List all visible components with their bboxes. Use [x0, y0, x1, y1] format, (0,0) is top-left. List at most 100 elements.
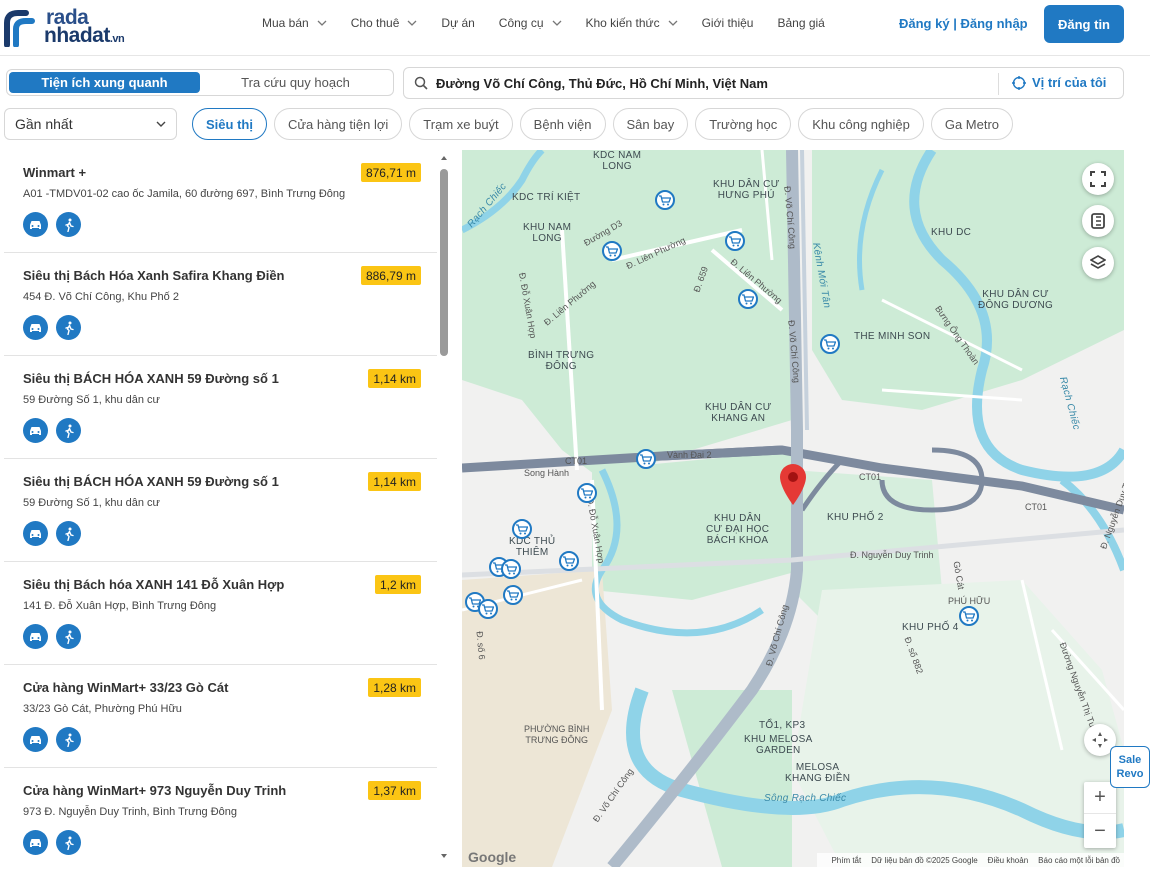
location-marker-icon[interactable]	[778, 462, 808, 506]
chip-cua-hang-tien-loi[interactable]: Cửa hàng tiện lợi	[273, 108, 403, 140]
nav-label: Bảng giá	[777, 16, 825, 30]
place-address: 141 Đ. Đỗ Xuân Hợp, Bình Trưng Đông	[23, 600, 217, 612]
scroll-down-arrow-icon[interactable]	[440, 852, 448, 860]
list-item[interactable]: Siêu thị Bách Hóa Xanh Safira Khang Điền…	[4, 253, 437, 356]
nav-du-an[interactable]: Dự án	[441, 16, 474, 30]
scroll-up-arrow-icon[interactable]	[440, 154, 448, 162]
keyboard-shortcuts-link[interactable]: Phím tắt	[831, 856, 861, 865]
address-search-input[interactable]	[436, 75, 996, 91]
map-pin-supermarket[interactable]	[602, 241, 622, 261]
car-directions-button[interactable]	[23, 830, 48, 855]
report-error-link[interactable]: Báo cáo một lỗi bản đồ	[1038, 856, 1120, 865]
map-pin-supermarket[interactable]	[559, 551, 579, 571]
chip-tram-xe-buyt[interactable]: Trạm xe buýt	[409, 108, 513, 140]
fullscreen-icon	[1090, 171, 1106, 187]
list-item[interactable]: Siêu thị Bách hóa XANH 141 Đỗ Xuân Hợp 1…	[4, 562, 437, 665]
nav-kho-kien-thuc[interactable]: Kho kiến thức	[586, 16, 678, 30]
list-item[interactable]: Cửa hàng WinMart+ 33/23 Gò Cát 1,28 km 3…	[4, 665, 437, 768]
place-name: Cửa hàng WinMart+ 973 Nguyễn Duy Trinh	[23, 783, 287, 798]
map-attribution: Phím tắt Dữ liệu bản đồ ©2025 Google Điề…	[817, 853, 1124, 867]
scroll-thumb[interactable]	[440, 169, 448, 356]
legend-button[interactable]	[1082, 205, 1114, 237]
walk-directions-button[interactable]	[56, 521, 81, 546]
list-item[interactable]: Siêu thị BÁCH HÓA XANH 59 Đường số 1 1,1…	[4, 459, 437, 562]
map-pin-supermarket[interactable]	[655, 190, 675, 210]
map-view[interactable]: KDC NAM LONG KDC TRÍ KIỆT KHU DÂN CƯ HƯNG …	[462, 150, 1124, 867]
chip-ga-metro[interactable]: Ga Metro	[930, 108, 1014, 140]
nav-gioi-thieu[interactable]: Giới thiệu	[702, 16, 754, 30]
sale-widget-line2: Revo	[1116, 768, 1144, 780]
nav-cong-cu[interactable]: Công cụ	[499, 16, 562, 30]
distance-badge: 1,37 km	[368, 781, 421, 800]
chevron-down-icon	[552, 20, 561, 26]
car-directions-button[interactable]	[23, 212, 48, 237]
map-pin-supermarket[interactable]	[738, 289, 758, 309]
fullscreen-button[interactable]	[1082, 163, 1114, 195]
map-pin-supermarket[interactable]	[512, 519, 532, 539]
car-directions-button[interactable]	[23, 521, 48, 546]
nav-mua-ban[interactable]: Mua bán	[262, 16, 327, 30]
walk-directions-button[interactable]	[56, 830, 81, 855]
map-pin-supermarket[interactable]	[501, 559, 521, 579]
car-directions-button[interactable]	[23, 315, 48, 340]
my-location-button[interactable]: Vị trí của tôi	[1012, 75, 1106, 90]
distance-badge: 1,28 km	[368, 678, 421, 697]
sort-select[interactable]: Gần nhất	[4, 108, 177, 140]
chip-khu-cong-nghiep[interactable]: Khu công nghiệp	[798, 108, 924, 140]
map-pin-supermarket[interactable]	[478, 599, 498, 619]
chip-truong-hoc[interactable]: Trường học	[695, 108, 792, 140]
map-layers-button[interactable]	[1082, 247, 1114, 279]
zoom-in-button[interactable]: +	[1084, 782, 1116, 814]
list-item[interactable]: Winmart + 876,71 m A01 -TMDV01-02 cao ốc…	[4, 150, 437, 253]
map-pin-supermarket[interactable]	[725, 231, 745, 251]
register-link[interactable]: Đăng ký	[899, 16, 950, 31]
map-pin-supermarket[interactable]	[503, 585, 523, 605]
tab-nearby-amenities[interactable]: Tiện ích xung quanh	[9, 72, 200, 93]
nav-cho-thue[interactable]: Cho thuê	[351, 16, 418, 30]
sale-revo-widget[interactable]: Sale Revo	[1110, 746, 1150, 788]
walk-directions-button[interactable]	[56, 315, 81, 340]
car-directions-button[interactable]	[23, 624, 48, 649]
car-directions-button[interactable]	[23, 418, 48, 443]
map-pin-supermarket[interactable]	[577, 483, 597, 503]
walk-directions-button[interactable]	[56, 624, 81, 649]
map-label-khu-pho-4: KHU PHỐ 4	[902, 622, 959, 633]
place-address: 454 Đ. Võ Chí Công, Khu Phố 2	[23, 291, 179, 303]
shopping-cart-icon	[824, 338, 836, 349]
walk-directions-button[interactable]	[56, 212, 81, 237]
map-label-phuong-binh-trung-dong: PHƯỜNG BÌNH TRƯNG ĐÔNG	[524, 724, 590, 745]
mode-tabs: Tiện ích xung quanh Tra cứu quy hoạch	[6, 69, 394, 96]
shopping-cart-icon	[516, 523, 528, 534]
chevron-down-icon	[317, 20, 327, 26]
chip-san-bay[interactable]: Sân bay	[612, 108, 689, 140]
map-pin-supermarket[interactable]	[959, 606, 979, 626]
terms-link[interactable]: Điều khoản	[988, 856, 1028, 865]
map-label-ct01-left: CT01	[565, 456, 588, 466]
zoom-out-button[interactable]: −	[1084, 815, 1116, 847]
login-link[interactable]: Đăng nhập	[960, 16, 1027, 31]
walking-icon	[64, 527, 74, 541]
site-logo[interactable]: rada nhadat.vn	[4, 6, 154, 48]
nav-bang-gia[interactable]: Bảng giá	[777, 16, 824, 30]
tab-planning-lookup[interactable]: Tra cứu quy hoạch	[200, 72, 391, 93]
chip-benh-vien[interactable]: Bệnh viện	[519, 108, 606, 140]
car-directions-button[interactable]	[23, 727, 48, 752]
list-scrollbar[interactable]	[440, 152, 448, 864]
chip-sieu-thi[interactable]: Siêu thị	[192, 108, 267, 140]
post-listing-button[interactable]: Đăng tin	[1044, 5, 1124, 43]
places-list[interactable]: Winmart + 876,71 m A01 -TMDV01-02 cao ốc…	[4, 150, 454, 880]
zoom-control: + −	[1084, 782, 1116, 848]
list-item[interactable]: Siêu thị BÁCH HÓA XANH 59 Đường số 1 1,1…	[4, 356, 437, 459]
place-name: Winmart +	[23, 165, 87, 180]
address-search-bar: Vị trí của tôi	[403, 67, 1124, 99]
compass-icon	[1092, 732, 1108, 748]
walking-icon	[64, 218, 74, 232]
map-pin-supermarket[interactable]	[636, 449, 656, 469]
map-label-ct01-right: CT01	[859, 472, 882, 482]
walk-directions-button[interactable]	[56, 418, 81, 443]
map-pin-supermarket[interactable]	[820, 334, 840, 354]
list-item[interactable]: Cửa hàng WinMart+ 973 Nguyễn Duy Trinh 1…	[4, 768, 437, 871]
search-icon	[414, 76, 428, 90]
nav-label: Dự án	[441, 16, 475, 30]
walk-directions-button[interactable]	[56, 727, 81, 752]
